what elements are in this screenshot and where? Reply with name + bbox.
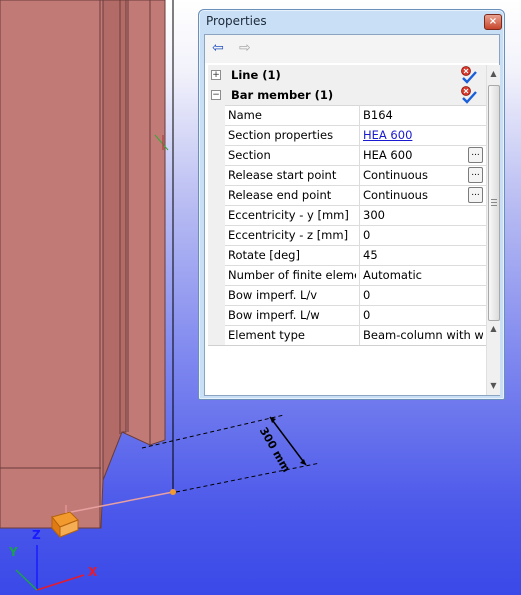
y-axis-line <box>15 569 38 591</box>
close-button[interactable]: × <box>484 14 502 30</box>
scroll-thumb[interactable] <box>488 85 500 321</box>
property-row-finite-elements[interactable]: Number of finite elements Automatic <box>208 265 486 286</box>
group-label: Line (1) <box>231 68 281 82</box>
properties-client: ⇦ ⇨ + Line (1) − Bar member (1) Name B16… <box>204 34 500 396</box>
status-check-icon <box>461 86 477 104</box>
y-axis-label: Y <box>9 545 18 559</box>
property-name: Bow imperf. L/w <box>228 308 320 322</box>
forward-arrow-icon[interactable]: ⇨ <box>239 41 251 55</box>
property-name: Section <box>228 148 271 162</box>
window-title: Properties <box>206 14 267 28</box>
release-start-browse-button[interactable]: ... <box>468 167 483 183</box>
scroll-down-icon[interactable]: ▼ <box>487 379 500 392</box>
scroll-up-icon[interactable]: ▲ <box>487 322 500 335</box>
property-row-eccentricity-z[interactable]: Eccentricity - z [mm] 0 <box>208 225 486 246</box>
property-value[interactable]: 300 <box>363 208 483 222</box>
property-row-section-properties[interactable]: Section properties HEA 600 <box>208 125 486 146</box>
x-axis-line <box>36 574 85 591</box>
property-value[interactable]: HEA 600 <box>363 148 483 162</box>
property-row-bow-imperf-w[interactable]: Bow imperf. L/w 0 <box>208 305 486 326</box>
property-name: Eccentricity - z [mm] <box>228 228 349 242</box>
status-check-icon <box>461 66 477 84</box>
property-row-name[interactable]: Name B164 <box>208 105 486 126</box>
property-value[interactable]: 0 <box>363 288 483 302</box>
expand-icon[interactable]: + <box>211 70 221 80</box>
property-value[interactable]: Continuous <box>363 168 483 182</box>
property-value[interactable]: 0 <box>363 308 483 322</box>
property-name: Bow imperf. L/v <box>228 288 318 302</box>
property-name: Name <box>228 108 262 122</box>
property-row-eccentricity-y[interactable]: Eccentricity - y [mm] 300 <box>208 205 486 226</box>
back-arrow-icon[interactable]: ⇦ <box>212 41 224 55</box>
property-name: Release start point <box>228 168 337 182</box>
property-name: Release end point <box>228 188 332 202</box>
group-label: Bar member (1) <box>231 88 334 102</box>
node-point <box>170 489 176 495</box>
property-name: Eccentricity - y [mm] <box>228 208 349 222</box>
properties-titlebar[interactable]: Properties × <box>199 10 504 34</box>
property-value[interactable]: 0 <box>363 228 483 242</box>
property-name: Section properties <box>228 128 334 142</box>
property-value[interactable]: 45 <box>363 248 483 262</box>
beam-flange-face <box>102 0 127 481</box>
property-row-release-end[interactable]: Release end point Continuous ... <box>208 185 486 206</box>
property-value[interactable]: Automatic <box>363 268 483 282</box>
collapse-icon[interactable]: − <box>211 90 221 100</box>
property-row-element-type[interactable]: Element type Beam-column with warping <box>208 325 486 346</box>
section-browse-button[interactable]: ... <box>468 147 483 163</box>
beam-web-face <box>0 0 166 529</box>
section-properties-link[interactable]: HEA 600 <box>363 128 483 142</box>
dimension-extension-bottom <box>175 462 321 493</box>
property-row-section[interactable]: Section HEA 600 ... <box>208 145 486 166</box>
description-area <box>208 345 486 373</box>
group-row-bar-member[interactable]: − Bar member (1) <box>208 85 486 106</box>
x-axis-label: X <box>88 565 98 579</box>
property-row-bow-imperf-v[interactable]: Bow imperf. L/v 0 <box>208 285 486 306</box>
property-value[interactable]: Continuous <box>363 188 483 202</box>
property-name: Number of finite elements <box>228 268 356 282</box>
properties-window: Properties × ⇦ ⇨ + Line (1) − Bar member… <box>198 9 505 400</box>
property-row-release-start[interactable]: Release start point Continuous ... <box>208 165 486 186</box>
properties-toolbar: ⇦ ⇨ <box>205 35 499 63</box>
vertical-scrollbar[interactable]: ▲ ▲ ▼ <box>486 65 500 395</box>
property-value[interactable]: B164 <box>363 108 483 122</box>
property-name: Element type <box>228 328 305 342</box>
property-row-rotate[interactable]: Rotate [deg] 45 <box>208 245 486 266</box>
property-value[interactable]: Beam-column with warping <box>363 328 483 342</box>
group-row-line[interactable]: + Line (1) <box>208 65 486 86</box>
z-axis-label: Z <box>32 528 41 542</box>
property-name: Rotate [deg] <box>228 248 300 262</box>
release-end-browse-button[interactable]: ... <box>468 187 483 203</box>
scroll-up-icon[interactable]: ▲ <box>487 67 500 80</box>
property-grid: + Line (1) − Bar member (1) Name B164 Se… <box>208 65 486 373</box>
